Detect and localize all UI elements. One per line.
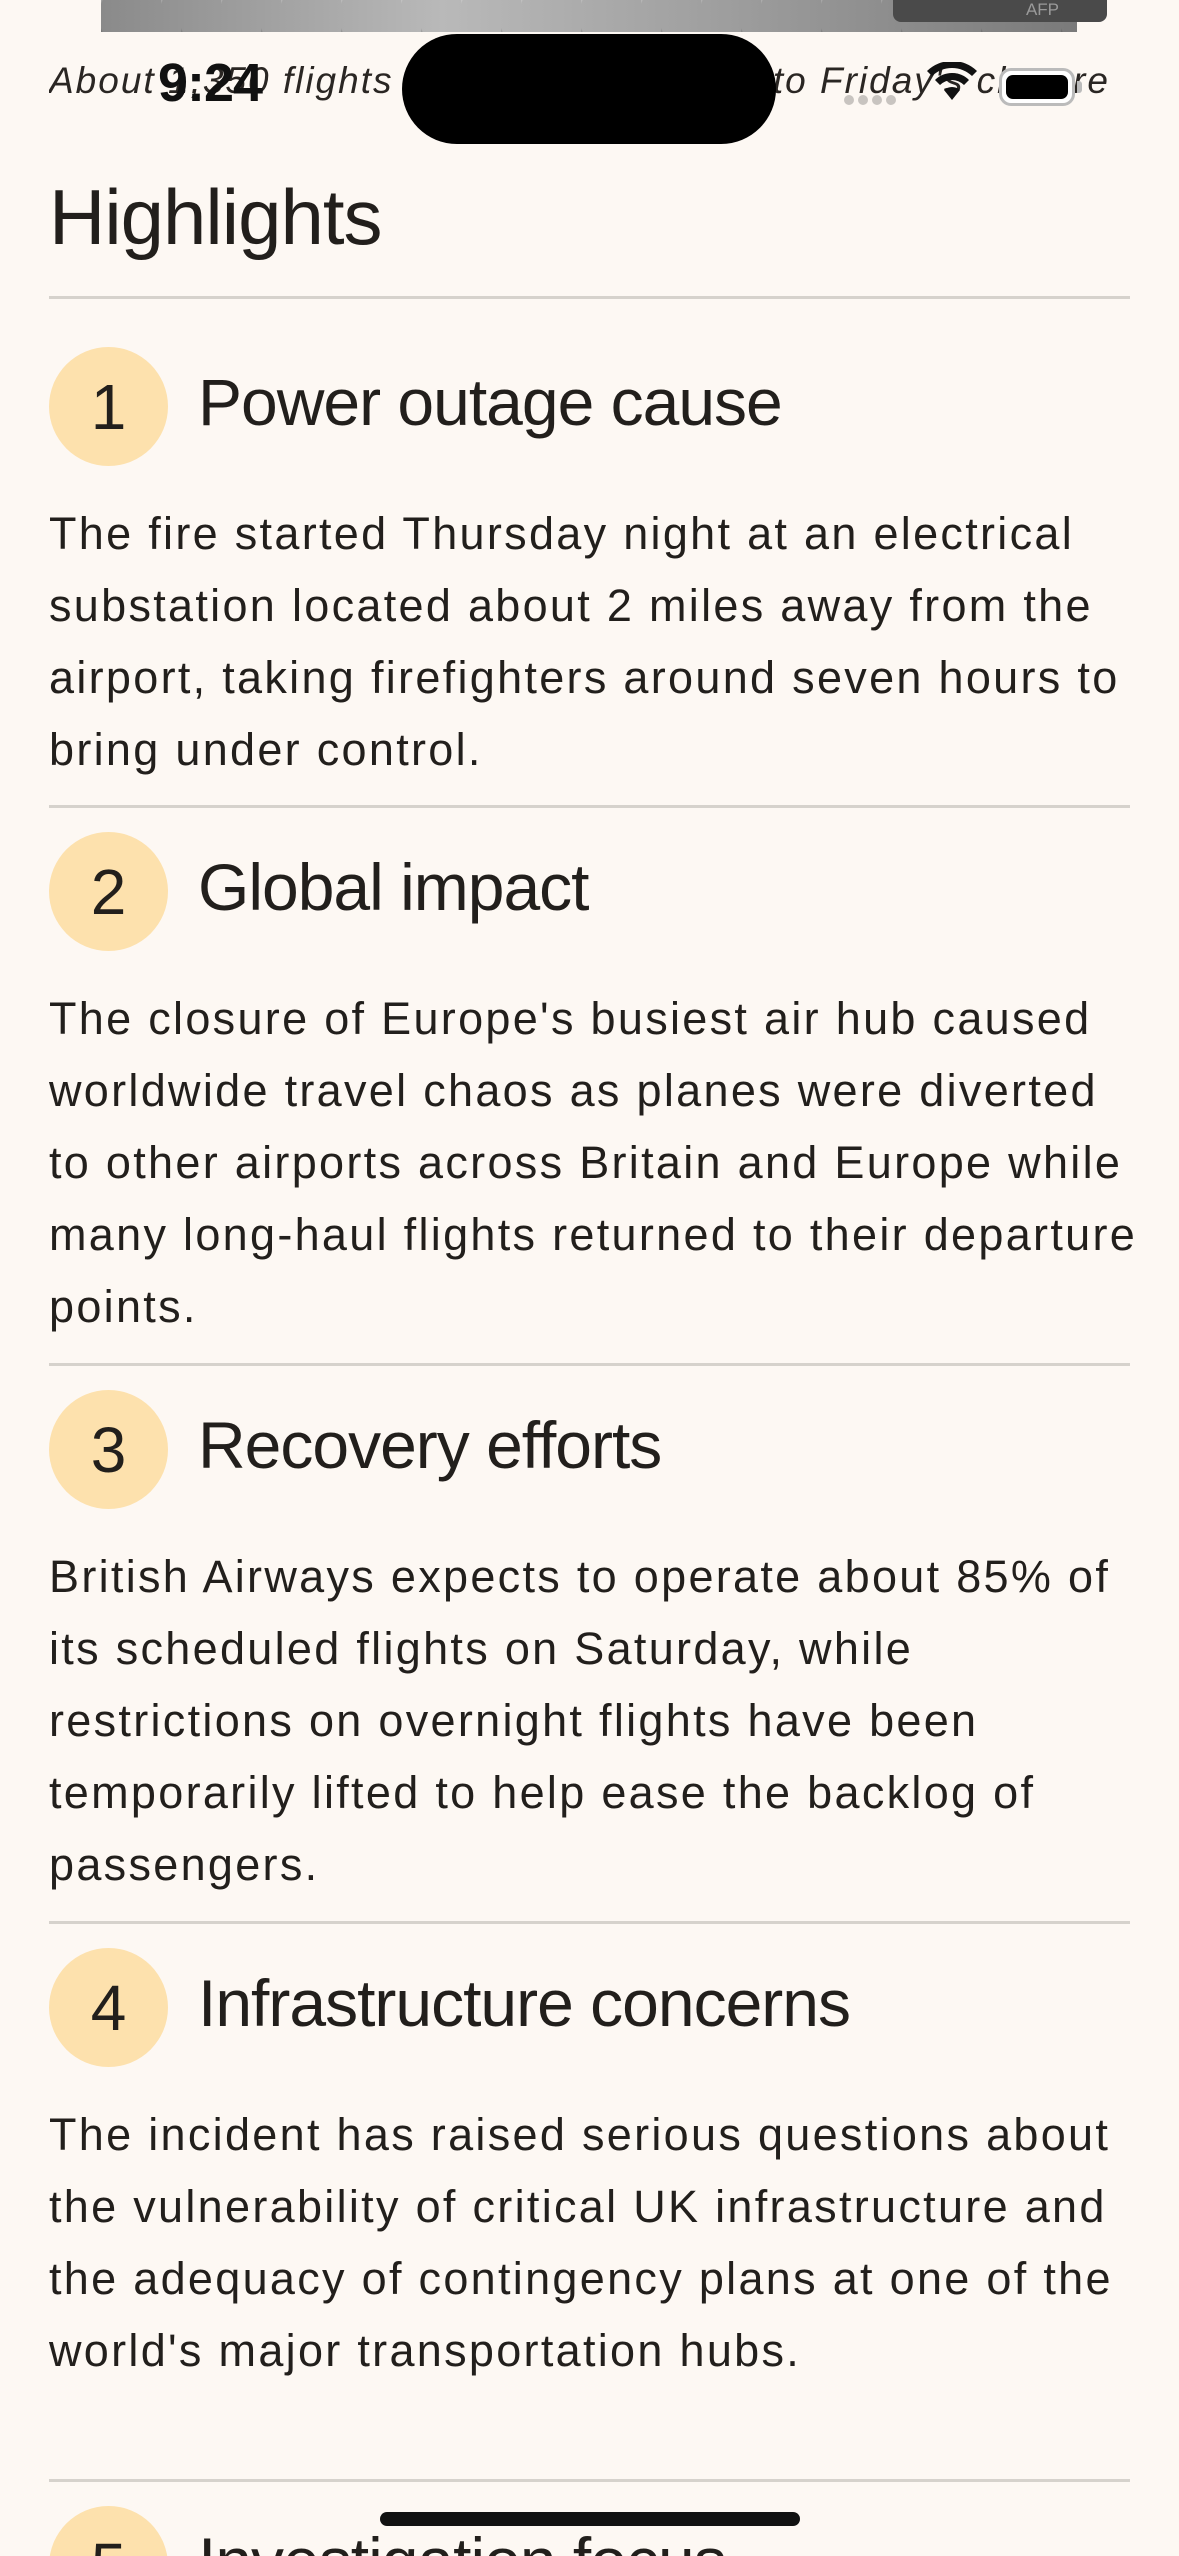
highlight-title: Recovery efforts [198,1408,662,1482]
highlight-body: The fire started Thursday night at an el… [49,508,1120,775]
highlight-title: Investigation focus [198,2523,727,2556]
divider [49,1921,1130,1924]
highlight-title: Power outage cause [198,365,783,439]
cellular-signal-icon [844,95,904,107]
divider [49,805,1130,808]
highlight-title: Global impact [198,850,590,924]
wifi-icon [927,62,977,100]
section-title: Highlights [49,173,383,261]
highlight-number-badge: 1 [49,347,168,466]
divider [49,296,1130,299]
home-indicator[interactable] [380,2512,800,2526]
divider [49,2479,1130,2482]
highlight-number-badge: 3 [49,1390,168,1509]
divider [49,1363,1130,1366]
highlight-body: British Airways expects to operate about… [49,1551,1111,1890]
highlight-body: The incident has raised serious question… [49,2109,1113,2376]
highlight-body: The closure of Europe's busiest air hub … [49,993,1138,1332]
highlight-number-badge: 5 [49,2506,168,2556]
highlight-number-badge: 4 [49,1948,168,2067]
status-time: 9:24 [158,53,263,113]
highlight-number-badge: 2 [49,832,168,951]
battery-icon [999,68,1082,106]
photo-credit: AFP [1025,0,1059,19]
dynamic-island [402,34,776,144]
highlight-title: Infrastructure concerns [198,1966,851,2040]
photo-credit-badge: AFP [893,0,1107,22]
